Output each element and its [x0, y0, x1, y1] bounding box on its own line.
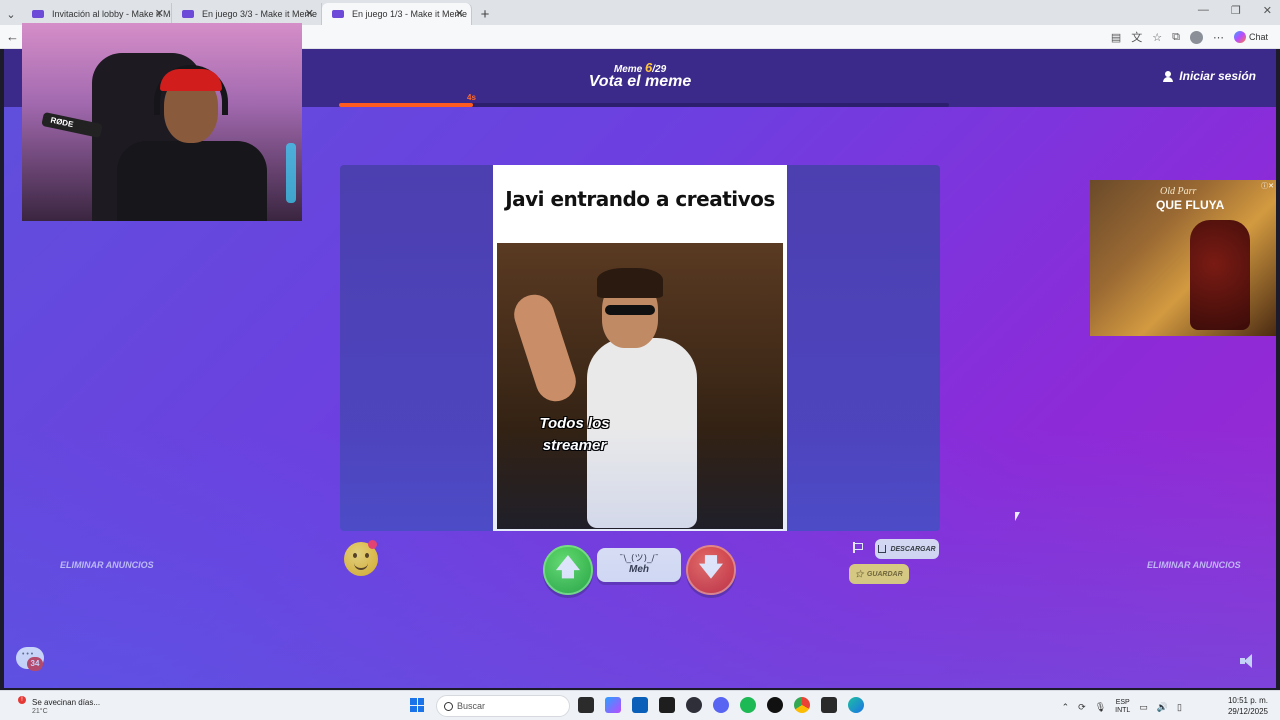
- toolbar-actions: ▤ 文 ☆ ⧉ ⋯ Chat: [1111, 29, 1268, 45]
- system-tray: ⌃ ⟳ 🎙 ESP INTL ▭ 🔊 ▯: [1062, 699, 1182, 715]
- back-arrow-icon[interactable]: ←: [6, 29, 19, 44]
- meme-card: Javi entrando a creativos Todos los stre…: [493, 165, 787, 531]
- maximize-icon[interactable]: ❐: [1231, 4, 1241, 17]
- clock-time: 10:51 p. m.: [1227, 696, 1268, 705]
- remove-ads-link-right[interactable]: ELIMINAR ANUNCIOS: [1147, 560, 1241, 570]
- copilot-app-icon[interactable]: [605, 697, 621, 713]
- meme-stage: Javi entrando a creativos Todos los stre…: [340, 165, 940, 531]
- copilot-icon: [1233, 31, 1246, 43]
- user-icon: [1163, 70, 1174, 82]
- capcut-icon[interactable]: [659, 697, 675, 713]
- login-button[interactable]: Iniciar sesión: [1163, 69, 1256, 83]
- sync-icon[interactable]: ⟳: [1078, 702, 1086, 713]
- chrome-icon[interactable]: [794, 697, 810, 713]
- weather-temp: 21°C: [32, 708, 48, 715]
- save-button[interactable]: ✩ GUARDAR: [849, 564, 909, 584]
- system-clock[interactable]: 10:51 p. m. 29/12/2025: [1228, 695, 1268, 717]
- tab-in-game-1[interactable]: En juego 1/3 - Make it Meme ✕: [322, 3, 472, 25]
- tab-list-chevron-icon[interactable]: ⌄: [0, 3, 22, 25]
- meme-caption: Javi entrando a creativos: [505, 187, 775, 211]
- tab-label: En juego 3/3 - Make it Meme: [202, 9, 318, 19]
- pinned-apps: [578, 697, 864, 713]
- tab-label: En juego 1/3 - Make it Meme: [352, 9, 468, 19]
- window-controls: — ❐ ✕: [1198, 4, 1272, 17]
- taskbar: ! Se avecinan días... 21°C Buscar ⌃ ⟳ 🎙 …: [0, 690, 1280, 720]
- favorite-star-icon[interactable]: ☆: [1152, 31, 1162, 44]
- download-icon: [878, 545, 887, 553]
- tab-in-game-3[interactable]: En juego 3/3 - Make it Meme ✕: [172, 3, 322, 25]
- upvote-button[interactable]: 🡅: [543, 545, 593, 595]
- copilot-chat-button[interactable]: Chat: [1233, 31, 1268, 43]
- ad-slogan: QUE FLUYA: [1156, 198, 1225, 212]
- search-placeholder: Buscar: [457, 701, 486, 711]
- make-it-meme-favicon-icon: [182, 10, 194, 18]
- close-tab-icon[interactable]: ✕: [155, 7, 164, 20]
- download-button[interactable]: DESCARGAR: [875, 539, 939, 559]
- spotify-icon[interactable]: [740, 697, 756, 713]
- clock-date: 29/12/2025: [1227, 707, 1268, 716]
- more-menu-icon[interactable]: ⋯: [1213, 31, 1224, 44]
- mouse-cursor-icon: [1015, 512, 1020, 521]
- store-icon[interactable]: [632, 697, 648, 713]
- tray-overflow-icon[interactable]: ⌃: [1062, 702, 1070, 713]
- make-it-meme-favicon-icon: [332, 10, 344, 18]
- report-flag-icon[interactable]: [853, 542, 863, 553]
- ad-brand: Old Parr: [1160, 186, 1197, 197]
- browser-tab-strip: ⌄ Invitación al lobby - Make it Meme ✕ E…: [0, 0, 1280, 25]
- meh-vote-button[interactable]: ¯\_(ツ)_/¯ Meh: [597, 548, 681, 582]
- shrug-face: ¯\_(ツ)_/¯: [618, 554, 660, 564]
- language-indicator[interactable]: ESP INTL: [1115, 699, 1130, 715]
- advertisement-banner[interactable]: ⓘ✕ Old Parr QUE FLUYA: [1090, 180, 1276, 336]
- weather-alert-icon: !: [18, 696, 26, 704]
- new-tab-button[interactable]: +: [472, 3, 498, 25]
- windows-start-icon[interactable]: [410, 698, 424, 712]
- taskbar-search[interactable]: Buscar: [436, 695, 570, 717]
- meh-label: Meh: [629, 564, 649, 575]
- profile-avatar[interactable]: [1189, 30, 1203, 44]
- edge-icon[interactable]: [848, 697, 864, 713]
- emoji-reaction-button[interactable]: [344, 540, 378, 576]
- volume-icon[interactable]: [1240, 654, 1256, 668]
- minimize-icon[interactable]: —: [1198, 4, 1209, 17]
- display-icon[interactable]: ▭: [1139, 702, 1148, 713]
- extensions-icon[interactable]: ⧉: [1172, 31, 1180, 44]
- close-window-icon[interactable]: ✕: [1263, 4, 1272, 17]
- ad-bottle-image: [1190, 220, 1250, 330]
- arrow-up-icon: 🡅: [555, 553, 581, 581]
- ad-info-icon[interactable]: ⓘ✕: [1261, 181, 1274, 191]
- remove-ads-link-left[interactable]: ELIMINAR ANUNCIOS: [60, 560, 154, 570]
- translate-icon[interactable]: 文: [1131, 29, 1142, 45]
- star-icon: ✩: [855, 568, 863, 579]
- battery-icon[interactable]: ▯: [1177, 702, 1182, 713]
- arrow-down-icon: 🡇: [698, 553, 724, 581]
- login-label: Iniciar sesión: [1179, 69, 1256, 83]
- chat-unread-badge: 34: [27, 657, 43, 671]
- epic-games-icon[interactable]: [821, 697, 837, 713]
- close-tab-icon[interactable]: ✕: [305, 7, 314, 20]
- reader-view-icon[interactable]: ▤: [1111, 31, 1121, 44]
- downvote-button[interactable]: 🡇: [686, 545, 736, 595]
- chat-label: Chat: [1248, 32, 1268, 42]
- heart-icon: [368, 540, 377, 549]
- tab-lobby-invite[interactable]: Invitación al lobby - Make it Meme ✕: [22, 3, 172, 25]
- close-tab-icon[interactable]: ✕: [455, 7, 464, 20]
- meme-image: Todos los streamer: [497, 243, 783, 529]
- obs-icon[interactable]: [686, 697, 702, 713]
- task-view-icon[interactable]: [578, 697, 594, 713]
- github-icon[interactable]: [767, 697, 783, 713]
- microphone-icon[interactable]: 🎙: [1095, 702, 1106, 713]
- meme-overlay-text: Todos los streamer: [539, 415, 610, 454]
- webcam-overlay: RØDE: [22, 23, 302, 221]
- weather-text: Se avecinan días...: [32, 698, 101, 707]
- make-it-meme-favicon-icon: [32, 10, 44, 18]
- speaker-icon[interactable]: 🔊: [1157, 702, 1168, 713]
- save-label: GUARDAR: [866, 570, 903, 578]
- download-label: DESCARGAR: [890, 545, 936, 553]
- round-timer-bar: [339, 103, 949, 107]
- round-timer-fill: [339, 103, 474, 107]
- timer-seconds: 4s: [467, 93, 476, 102]
- discord-icon[interactable]: [713, 697, 729, 713]
